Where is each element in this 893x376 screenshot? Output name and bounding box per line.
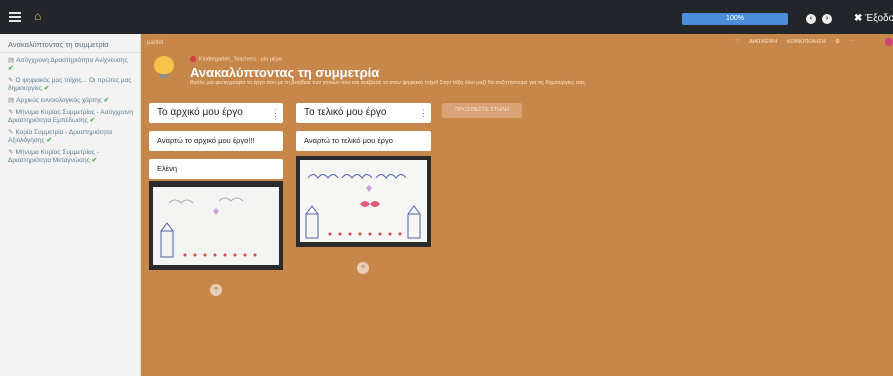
- board-description: Βγάλε μια φωτογραφία το έργο σου με τη β…: [190, 80, 587, 86]
- checkmark-icon: ✔: [46, 137, 52, 144]
- sidebar-item[interactable]: ✎ Κυρία Συμμετρία - Δραστηριότητα Αξιολόγ…: [8, 129, 134, 145]
- link-icon: ✎: [8, 109, 14, 116]
- child-drawing-image: [300, 160, 427, 242]
- checkmark-icon: ✔: [103, 97, 110, 104]
- post-image[interactable]: [296, 156, 431, 247]
- post-card[interactable]: Ελένη: [149, 159, 283, 179]
- link-icon: ✎: [8, 149, 14, 156]
- author-line: Kindergarten_Teachers · μία μέρα: [190, 56, 282, 62]
- sidebar-list: ▤ Ασύγχρονη Δραστηριότητα Ανίχνευσης ✔ ✎ Ο…: [0, 53, 140, 165]
- board-title: Ανακαλύπτοντας τη συμμετρία: [190, 65, 380, 80]
- checkmark-icon: ✔: [8, 65, 14, 72]
- next-button[interactable]: ›: [822, 14, 832, 24]
- sidebar-item[interactable]: ▤ Αρχικός εννοιολογικός χάρτης ✔: [8, 97, 134, 105]
- sidebar-item[interactable]: ▤ Ασύγχρονη Δραστηριότητα Ανίχνευσης ✔: [8, 57, 134, 73]
- sidebar-item-label: Ασύγχρονη Δραστηριότητα Ανίχνευσης: [16, 57, 128, 64]
- author-avatar: [190, 56, 196, 62]
- column-title: Το τελικό μου έργο: [304, 107, 387, 118]
- sidebar-item-label: Μήνυμα Κυρίας Συμμετρίας - Δραστηριότητα…: [8, 149, 99, 164]
- exit-label: Έξοδο: [865, 13, 893, 24]
- page-icon: ▤: [8, 57, 15, 64]
- previous-button[interactable]: ‹: [806, 14, 816, 24]
- post-image[interactable]: [149, 181, 283, 270]
- menu-icon[interactable]: [9, 12, 21, 22]
- sidebar-item-label: Αρχικός εννοιολογικός χάρτης: [16, 97, 102, 104]
- sidebar-title: Ανακαλύπτοντας τη συμμετρία: [0, 34, 140, 53]
- board-actions: ♡ ΔΙΑΣΚΕΨΗ ΚΟΙΝΟΠΟΙΗΣΗ ⚙ ⋯: [735, 39, 863, 45]
- post-card[interactable]: Αναρτώ το τελικό μου έργο: [296, 131, 431, 151]
- checkmark-icon: ✔: [43, 85, 50, 92]
- exit-button[interactable]: ✖ Έξοδο: [854, 13, 893, 24]
- column-title: Το αρχικό μου έργο: [157, 107, 243, 118]
- sidebar-item-label: Μήνυμα Κυρίας Συμμετρίας - Ασύγχρονη Δρα…: [8, 109, 134, 124]
- add-column-button[interactable]: ΠΡΟΣΘΕΣΤΕ ΣΤΗΛΗ: [442, 103, 522, 118]
- sidebar-item-label: Ο ψηφιακός μας τοίχος... Οι πρώτες μας δ…: [8, 77, 132, 92]
- link-icon: ✎: [8, 77, 14, 84]
- column-header[interactable]: Το τελικό μου έργο ⋮: [296, 103, 431, 123]
- add-post-button[interactable]: +: [357, 262, 369, 274]
- share-button[interactable]: ΚΟΙΝΟΠΟΙΗΣΗ: [787, 39, 826, 45]
- more-vertical-icon[interactable]: ⋮: [271, 103, 280, 123]
- top-bar: ⌂ 100% ‹ › ✖ Έξοδο: [0, 0, 893, 34]
- lightbulb-icon: [154, 56, 174, 78]
- column-header[interactable]: Το αρχικό μου έργο ⋮: [149, 103, 283, 123]
- close-icon: ✖: [854, 13, 863, 24]
- add-post-button[interactable]: +: [210, 284, 222, 296]
- post-title: Αναρτώ το τελικό μου έργο: [304, 136, 393, 145]
- heart-icon[interactable]: ♡: [735, 39, 740, 45]
- progress-bar: 100%: [682, 13, 788, 25]
- padlet-logo-label: padlet: [147, 40, 164, 46]
- sidebar-item-label: Κυρία Συμμετρία - Δραστηριότητα Αξιολόγη…: [8, 129, 112, 144]
- discussion-button[interactable]: ΔΙΑΣΚΕΨΗ: [749, 39, 777, 45]
- sidebar-item[interactable]: ✎ Μήνυμα Κυρίας Συμμετρίας - Δραστηριότητ…: [8, 149, 134, 165]
- settings-icon[interactable]: ⚙: [835, 39, 840, 45]
- post-time: μία μέρα: [260, 56, 282, 63]
- post-card[interactable]: Αναρτώ το αρχικό μου έργο!!!: [149, 131, 283, 151]
- home-icon[interactable]: ⌂: [34, 10, 47, 23]
- progress-label: 100%: [726, 15, 744, 22]
- user-avatar[interactable]: [885, 38, 893, 46]
- page-icon: ▤: [8, 97, 15, 104]
- post-title: Ελένη: [157, 164, 178, 173]
- more-icon[interactable]: ⋯: [850, 39, 856, 45]
- link-icon: ✎: [8, 129, 14, 136]
- post-title: Αναρτώ το αρχικό μου έργο!!!: [157, 136, 255, 145]
- sidebar-item[interactable]: ✎ Ο ψηφιακός μας τοίχος... Οι πρώτες μας …: [8, 77, 134, 93]
- child-drawing-image: [153, 187, 279, 265]
- sidebar-item[interactable]: ✎ Μήνυμα Κυρίας Συμμετρίας - Ασύγχρονη Δρ…: [8, 109, 134, 125]
- more-vertical-icon[interactable]: ⋮: [419, 103, 428, 123]
- sidebar: Ανακαλύπτοντας τη συμμετρία ▤ Ασύγχρονη Δ…: [0, 34, 141, 376]
- checkmark-icon: ✔: [89, 117, 96, 124]
- checkmark-icon: ✔: [91, 157, 98, 164]
- author-name: Kindergarten_Teachers: [199, 56, 256, 63]
